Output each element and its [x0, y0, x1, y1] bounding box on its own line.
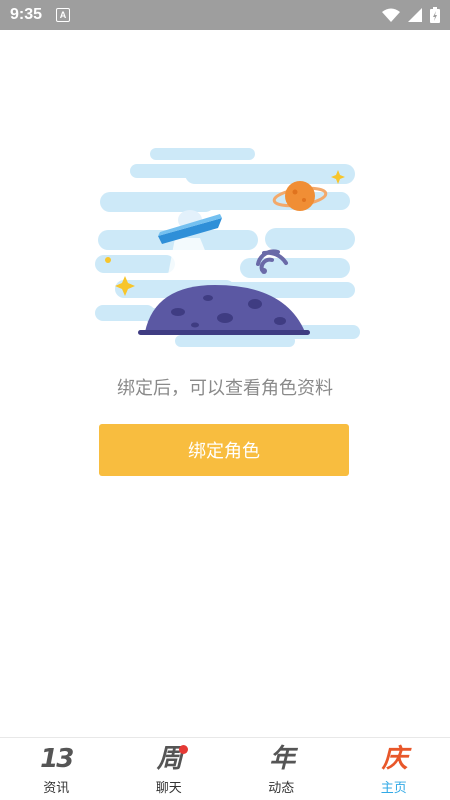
- tab-label-home: 主页: [380, 779, 407, 795]
- tab-label-feed: 动态: [268, 779, 295, 795]
- bind-role-button[interactable]: 绑定角色: [99, 424, 349, 476]
- battery-icon: [430, 7, 440, 23]
- signal-icon: [408, 8, 422, 22]
- notification-icon: A: [56, 8, 71, 22]
- tab-chat[interactable]: 周 聊天: [113, 738, 226, 800]
- tab-label-news: 资讯: [43, 779, 70, 795]
- status-time: 9:35: [10, 6, 43, 23]
- bind-hint-text: 绑定后，可以查看角色资料: [117, 378, 333, 398]
- home-tab-icon: 庆: [381, 743, 408, 774]
- status-indicators: [382, 7, 440, 23]
- space-illustration: [95, 148, 360, 347]
- tab-feed[interactable]: 年 动态: [225, 738, 338, 800]
- wifi-icon: [382, 8, 400, 22]
- tab-home[interactable]: 庆 主页: [338, 738, 450, 800]
- tab-label-chat: 聊天: [155, 779, 182, 795]
- tab-news[interactable]: 13 资讯: [0, 738, 113, 800]
- status-bar: 9:35 A: [0, 0, 450, 30]
- feed-tab-icon: 年: [269, 743, 295, 774]
- news-tab-icon: 13: [40, 743, 74, 774]
- chat-tab-icon: 周: [156, 743, 183, 774]
- bottom-tab-bar: 13 资讯 周 聊天 年 动态 庆 主页: [0, 737, 450, 800]
- unread-badge: [178, 745, 188, 754]
